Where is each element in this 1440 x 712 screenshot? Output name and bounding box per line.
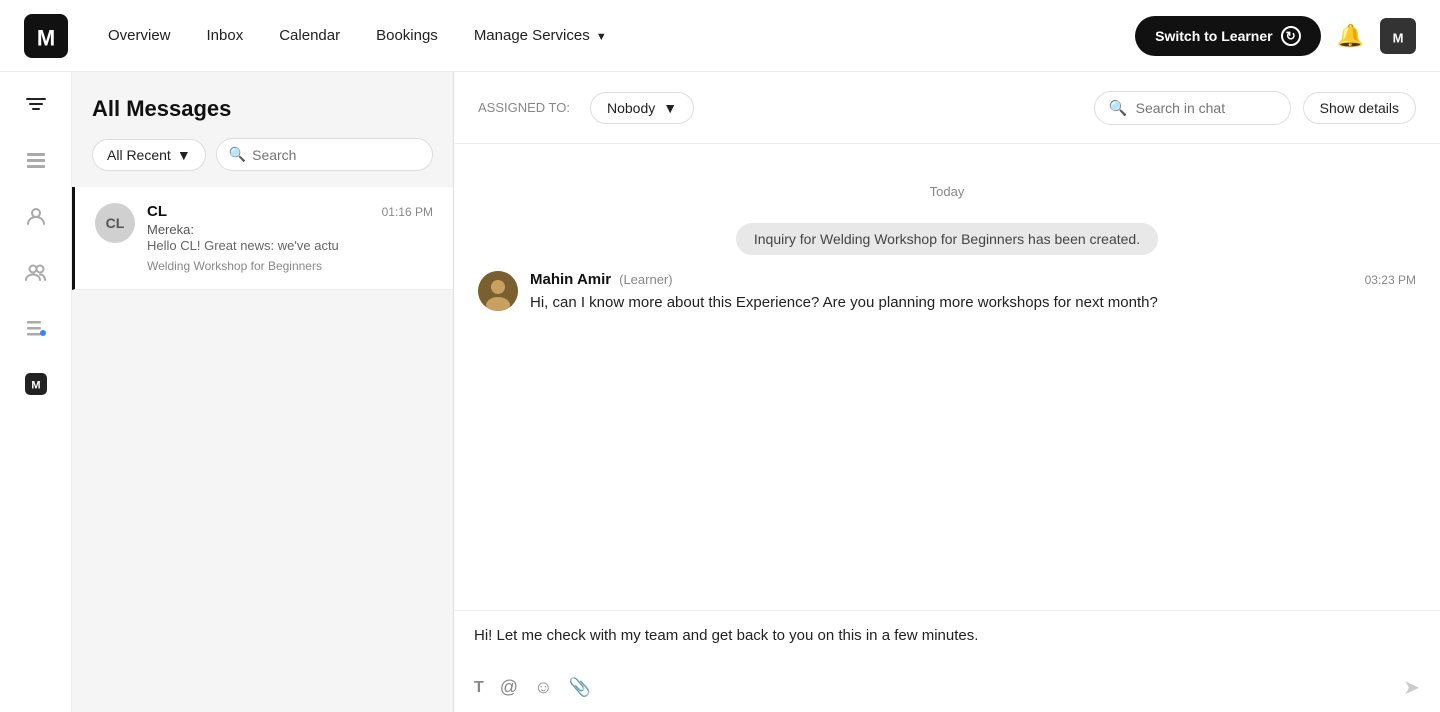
sidebar-person-icon[interactable] — [20, 200, 52, 232]
show-details-button[interactable]: Show details — [1303, 92, 1416, 124]
svg-text:M: M — [31, 380, 40, 392]
mereka-logo[interactable]: M — [24, 14, 68, 58]
messages-panel-header: All Messages All Recent ▼ 🔍 — [72, 72, 453, 187]
composer-input[interactable]: Hi! Let me check with my team and get ba… — [474, 627, 1420, 663]
filter-row: All Recent ▼ 🔍 — [92, 138, 433, 171]
mention-icon[interactable]: @ — [500, 677, 518, 698]
sidebar: M — [0, 72, 72, 712]
messages-panel: All Messages All Recent ▼ 🔍 CL CL — [72, 72, 454, 712]
assigned-dropdown[interactable]: Nobody ▼ — [590, 92, 694, 124]
assigned-label: ASSIGNED TO: — [478, 100, 570, 115]
attach-icon[interactable]: 📎 — [568, 677, 590, 698]
sidebar-mereka-icon[interactable]: M — [20, 368, 52, 400]
search-icon: 🔍 — [229, 146, 246, 163]
chat-composer: Hi! Let me check with my team and get ba… — [454, 610, 1440, 712]
bold-icon[interactable]: T — [474, 679, 484, 697]
conversation-name: CL — [147, 203, 167, 220]
assigned-dropdown-arrow: ▼ — [663, 100, 677, 116]
composer-toolbar: T @ ☺ 📎 ➤ — [474, 675, 1420, 700]
conversation-avatar: CL — [95, 203, 135, 243]
switch-to-learner-button[interactable]: Switch to Learner ↻ — [1135, 16, 1320, 56]
search-chat-input[interactable] — [1136, 100, 1276, 116]
system-message: Inquiry for Welding Workshop for Beginne… — [736, 223, 1158, 255]
sidebar-group-icon[interactable] — [20, 256, 52, 288]
conversation-row1: CL 01:16 PM — [147, 203, 433, 220]
message-text: Hi, can I know more about this Experienc… — [530, 292, 1416, 315]
chat-message-meta: Mahin Amir (Learner) 03:23 PM — [530, 271, 1416, 288]
conversation-time: 01:16 PM — [382, 205, 433, 219]
sidebar-filter-icon[interactable] — [20, 88, 52, 120]
conversation-content: CL 01:16 PM Mereka: Hello CL! Great news… — [147, 203, 433, 273]
search-chat-wrap: 🔍 — [1094, 91, 1291, 125]
message-time: 03:23 PM — [1365, 273, 1416, 287]
conversation-item[interactable]: CL CL 01:16 PM Mereka: Hello CL! Great n… — [72, 187, 453, 290]
search-chat-icon: 🔍 — [1109, 99, 1128, 117]
nav-manage-services[interactable]: Manage Services ▼ — [474, 27, 607, 44]
conversation-tag: Welding Workshop for Beginners — [147, 259, 433, 273]
filter-dropdown-arrow: ▼ — [177, 147, 191, 163]
switch-icon: ↻ — [1281, 26, 1301, 46]
assigned-value: Nobody — [607, 100, 655, 116]
notification-bell-icon[interactable]: 🔔 — [1337, 23, 1364, 49]
conversation-sender: Mereka: — [147, 222, 433, 237]
date-divider: Today — [478, 184, 1416, 199]
sender-avatar — [478, 271, 518, 311]
topnav: M Overview Inbox Calendar Bookings Manag… — [0, 0, 1440, 72]
search-input[interactable] — [252, 147, 420, 163]
sender-name: Mahin Amir — [530, 271, 611, 288]
nav-bookings[interactable]: Bookings — [376, 27, 438, 44]
chat-message: Mahin Amir (Learner) 03:23 PM Hi, can I … — [478, 271, 1416, 315]
chat-messages: Today Inquiry for Welding Workshop for B… — [454, 144, 1440, 610]
app-body: M All Messages All Recent ▼ 🔍 CL — [0, 72, 1440, 712]
svg-text:M: M — [1393, 30, 1404, 45]
user-avatar[interactable]: M — [1380, 18, 1416, 54]
nav-inbox[interactable]: Inbox — [207, 27, 244, 44]
chat-header-right: 🔍 Show details — [1094, 91, 1416, 125]
send-button[interactable]: ➤ — [1403, 675, 1420, 700]
conversation-preview: Hello CL! Great news: we've actu — [147, 238, 387, 253]
chat-panel: ASSIGNED TO: Nobody ▼ 🔍 Show details Tod… — [454, 72, 1440, 712]
chat-header: ASSIGNED TO: Nobody ▼ 🔍 Show details — [454, 72, 1440, 144]
svg-text:M: M — [37, 25, 55, 50]
nav-links: Overview Inbox Calendar Bookings Manage … — [108, 27, 1095, 44]
emoji-icon[interactable]: ☺ — [534, 677, 552, 698]
search-wrap: 🔍 — [216, 138, 433, 171]
chat-message-body: Mahin Amir (Learner) 03:23 PM Hi, can I … — [530, 271, 1416, 315]
topnav-right: Switch to Learner ↻ 🔔 M — [1135, 16, 1416, 56]
message-list: CL CL 01:16 PM Mereka: Hello CL! Great n… — [72, 187, 453, 712]
nav-calendar[interactable]: Calendar — [279, 27, 340, 44]
filter-dropdown[interactable]: All Recent ▼ — [92, 139, 206, 171]
manage-services-arrow: ▼ — [596, 31, 607, 43]
sidebar-list-icon[interactable] — [20, 144, 52, 176]
nav-overview[interactable]: Overview — [108, 27, 171, 44]
messages-panel-title: All Messages — [92, 96, 433, 122]
sender-role: (Learner) — [619, 272, 672, 287]
sidebar-list-check-icon[interactable] — [20, 312, 52, 344]
